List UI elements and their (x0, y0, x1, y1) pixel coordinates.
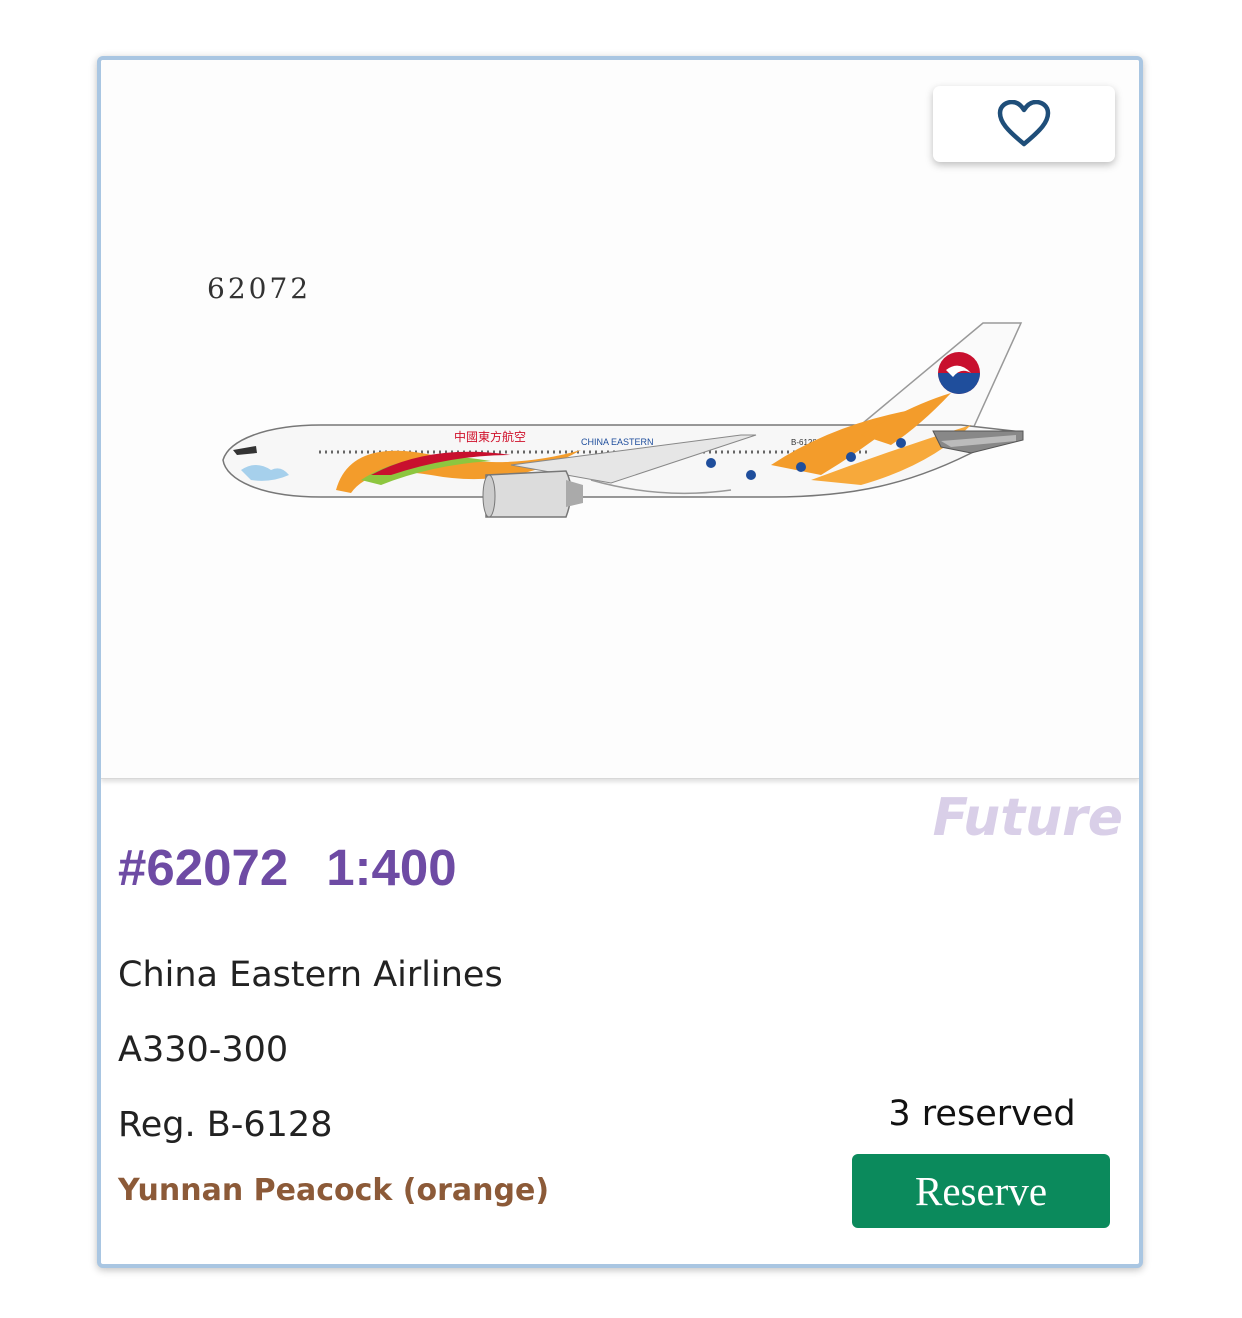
fuselage-title-en: CHINA EASTERN (581, 437, 654, 447)
product-code: #62072 (118, 839, 289, 896)
fuselage-title-cn: 中國東方航空 (454, 429, 526, 444)
status-label: Future (932, 788, 1123, 848)
product-image-area: 62072 中國東方航空 CHINA EASTERN B-6128 (101, 60, 1139, 779)
aircraft-type: A330-300 (118, 1030, 289, 1070)
registration: Reg. B-6128 (118, 1105, 333, 1145)
livery-name: Yunnan Peacock (orange) (118, 1173, 550, 1208)
heart-icon (997, 100, 1051, 147)
product-card: 62072 中國東方航空 CHINA EASTERN B-6128 Future… (97, 56, 1143, 1268)
reserved-count: 3 reserved (888, 1094, 1076, 1134)
product-title-row: #62072 1:400 (118, 838, 457, 897)
airline-name: China Eastern Airlines (118, 955, 503, 995)
product-scale: 1:400 (326, 839, 457, 896)
aircraft-illustration: 中國東方航空 CHINA EASTERN B-6128 (222, 322, 1024, 518)
reserve-button[interactable]: Reserve (852, 1154, 1110, 1228)
favorite-button[interactable] (933, 86, 1115, 162)
image-model-number: 62072 (207, 272, 312, 305)
